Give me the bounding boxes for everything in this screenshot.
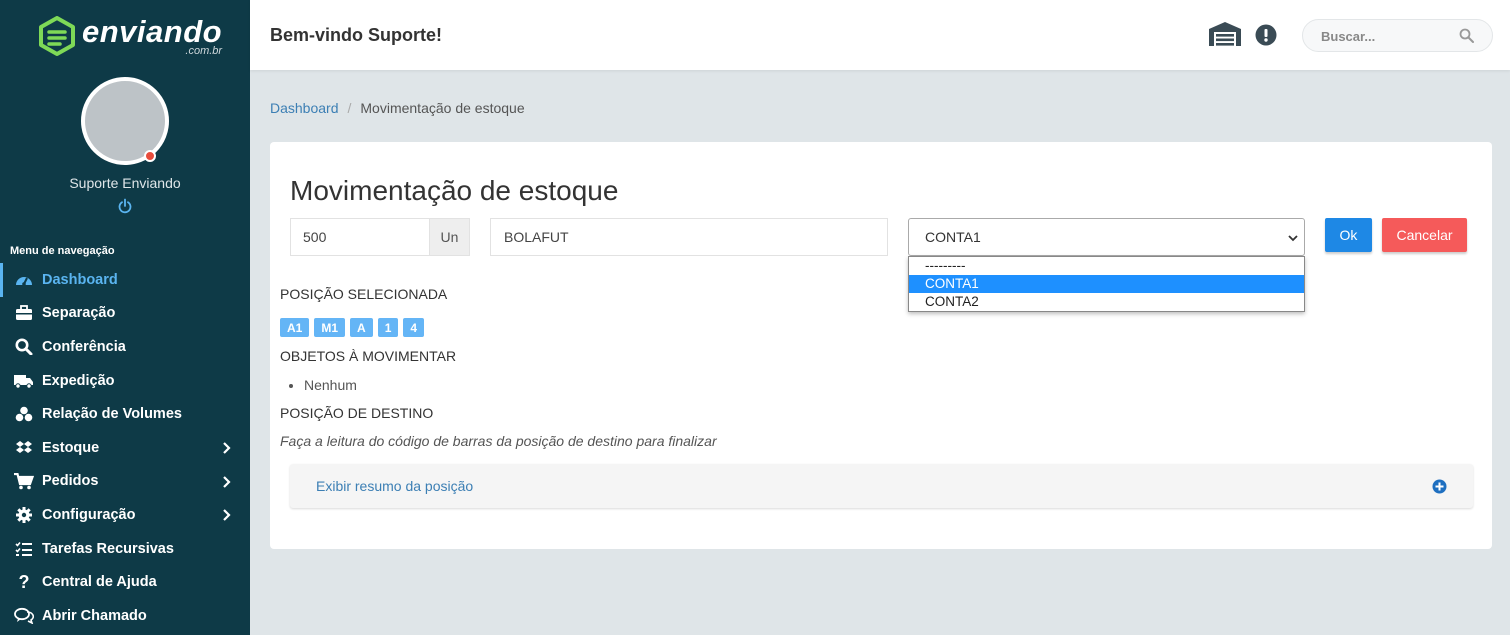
position-badge: A1 [280, 318, 310, 337]
power-icon[interactable] [117, 198, 133, 214]
sidebar-item-label: Relação de Volumes [42, 406, 182, 423]
unit-addon: Un [429, 218, 470, 256]
boxes-icon [14, 405, 34, 423]
sidebar-item-separacao[interactable]: Separação [0, 297, 250, 331]
top-header: Bem-vindo Suporte! [250, 0, 1510, 70]
search-icon[interactable] [1459, 28, 1474, 43]
avatar[interactable] [81, 77, 169, 165]
position-summary-link[interactable]: Exibir resumo da posição [316, 478, 473, 494]
brand-name: enviando [82, 14, 223, 49]
briefcase-icon [14, 304, 34, 322]
chat-icon [14, 607, 34, 625]
objects-list: Nenhum [304, 377, 357, 393]
cancel-button[interactable]: Cancelar [1382, 218, 1467, 252]
brand-logo[interactable]: enviando .com.br [38, 16, 222, 57]
position-badge: 1 [377, 318, 399, 337]
breadcrumb: Dashboard / Movimentação de estoque [270, 100, 525, 116]
sidebar-nav: Dashboard Separação Conferência Expediçã… [0, 263, 250, 633]
avatar-image [81, 77, 169, 165]
warehouse-icon[interactable] [1208, 21, 1242, 47]
sidebar-item-label: Dashboard [42, 271, 118, 288]
sidebar-item-label: Expedição [42, 372, 115, 389]
sidebar-item-label: Central de Ajuda [42, 574, 157, 591]
tasks-icon [14, 540, 34, 558]
dashboard-icon [14, 271, 34, 289]
sidebar: enviando .com.br Suporte Enviando Menu d… [0, 0, 250, 635]
destination-label: POSIÇÃO DE DESTINO [280, 405, 434, 421]
sidebar-item-label: Estoque [42, 439, 100, 456]
position-badge: A [350, 318, 373, 337]
search-input[interactable] [1321, 28, 1451, 44]
sidebar-item-tarefas-recursivas[interactable]: Tarefas Recursivas [0, 532, 250, 566]
account-select-value: CONTA1 [925, 229, 981, 245]
alert-icon[interactable] [1255, 24, 1277, 46]
nav-title: Menu de navegação [10, 245, 115, 257]
account-option[interactable]: CONTA1 [909, 275, 1304, 293]
sidebar-item-expedicao[interactable]: Expedição [0, 364, 250, 398]
sidebar-item-estoque[interactable]: Estoque [0, 431, 250, 465]
breadcrumb-separator: / [347, 100, 352, 116]
sidebar-item-dashboard[interactable]: Dashboard [0, 263, 250, 297]
breadcrumb-current: Movimentação de estoque [360, 100, 525, 116]
chevron-down-icon [1288, 235, 1298, 242]
product-input[interactable] [490, 218, 888, 256]
cart-icon [14, 472, 34, 490]
search-icon [14, 338, 34, 356]
sidebar-item-label: Separação [42, 305, 116, 322]
quantity-input[interactable] [290, 218, 430, 256]
truck-icon [14, 372, 34, 390]
account-dropdown: --------- CONTA1 CONTA2 [908, 256, 1305, 312]
sidebar-item-configuracao[interactable]: Configuração [0, 498, 250, 532]
dropbox-icon [14, 439, 34, 457]
welcome-title: Bem-vindo Suporte! [270, 25, 443, 45]
user-name: Suporte Enviando [69, 175, 181, 191]
account-option[interactable]: --------- [909, 257, 1304, 275]
breadcrumb-home[interactable]: Dashboard [270, 100, 339, 116]
sidebar-item-conferencia[interactable]: Conferência [0, 330, 250, 364]
sidebar-item-relacao-volumes[interactable]: Relação de Volumes [0, 397, 250, 431]
list-item: Nenhum [304, 377, 357, 393]
selected-position-label: POSIÇÃO SELECIONADA [280, 286, 448, 302]
sidebar-item-abrir-chamado[interactable]: Abrir Chamado [0, 599, 250, 633]
account-select[interactable]: CONTA1 [908, 218, 1305, 256]
objects-label: OBJETOS À MOVIMENTAR [280, 348, 457, 364]
ok-button[interactable]: Ok [1325, 218, 1372, 252]
sidebar-item-pedidos[interactable]: Pedidos [0, 465, 250, 499]
destination-hint: Faça a leitura do código de barras da po… [280, 433, 717, 449]
chevron-right-icon [223, 442, 231, 454]
search-box [1302, 19, 1493, 52]
sidebar-item-label: Abrir Chamado [42, 607, 147, 624]
stock-movement-card: Movimentação de estoque Un CONTA1 ------… [270, 142, 1492, 549]
position-summary-panel[interactable]: Exibir resumo da posição [290, 464, 1473, 508]
chevron-right-icon [223, 475, 231, 488]
question-icon: ? [18, 571, 30, 592]
position-badge: 4 [403, 318, 425, 337]
status-dot [144, 150, 156, 162]
account-option[interactable]: CONTA2 [909, 293, 1304, 311]
position-badges: A1 M1 A 1 4 [280, 318, 429, 337]
sidebar-item-label: Conferência [42, 338, 126, 355]
brand-box-icon [39, 16, 75, 56]
sidebar-item-label: Tarefas Recursivas [42, 540, 174, 557]
page-title: Movimentação de estoque [290, 175, 619, 206]
chevron-right-icon [223, 509, 231, 521]
position-badge: M1 [314, 318, 346, 337]
plus-circle-icon[interactable] [1432, 479, 1447, 494]
sidebar-item-central-ajuda[interactable]: ? Central de Ajuda [0, 565, 250, 599]
sidebar-item-label: Configuração [42, 506, 136, 523]
gear-icon [14, 506, 34, 524]
sidebar-item-label: Pedidos [42, 473, 99, 490]
